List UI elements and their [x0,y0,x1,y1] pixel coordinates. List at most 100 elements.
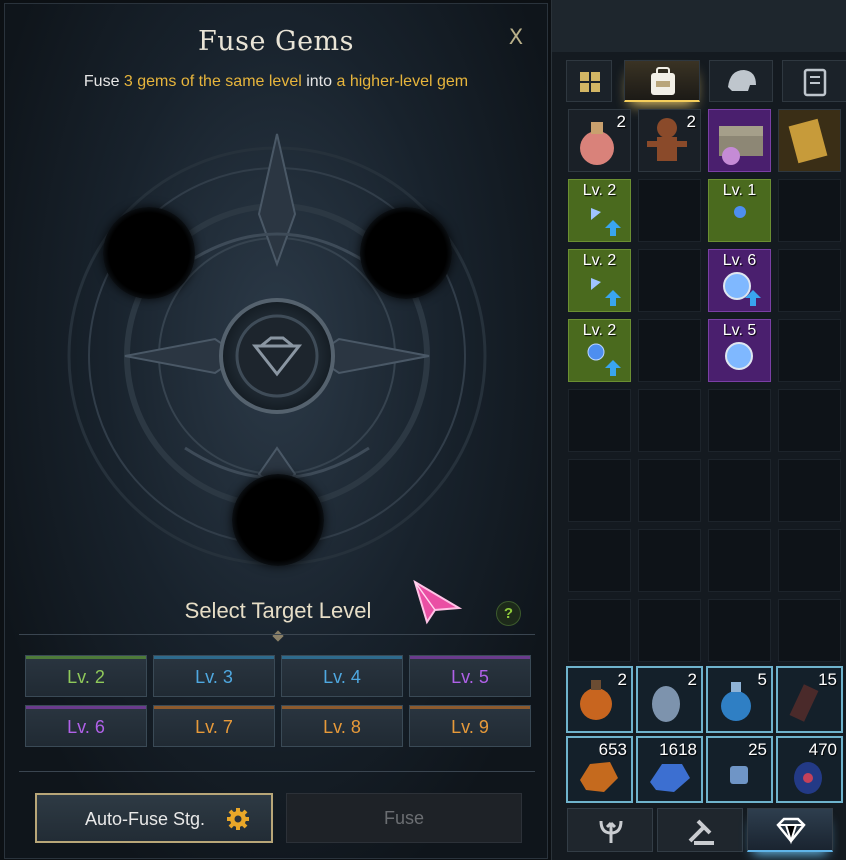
empty-slot[interactable] [638,319,701,382]
item-count: 2 [616,112,626,131]
empty-slot[interactable] [568,389,631,452]
empty-slot[interactable] [568,459,631,522]
gem-socket-bottom[interactable] [232,474,324,566]
close-button[interactable]: X [504,25,528,49]
gem-slot[interactable]: Lv. 2 [568,179,631,242]
item-count: 653 [598,740,627,759]
empty-slot[interactable] [778,249,841,312]
gem-slot[interactable]: Lv. 2 [568,319,631,382]
tab-bag[interactable] [624,60,700,102]
empty-slot[interactable] [638,389,701,452]
gem-icon [591,208,621,236]
level-button-8[interactable]: Lv. 8 [281,705,403,747]
cursor-icon [413,579,463,625]
gem-icon [734,206,746,218]
empty-slot[interactable] [778,599,841,662]
grid-icon [580,72,600,92]
level-button-3[interactable]: Lv. 3 [153,655,275,697]
inventory-panel: 2 2 Lv. 2 Lv. 1 Lv. 2 Lv. 6 Lv. 2 Lv. 5 … [551,0,846,860]
quick-slot[interactable]: 653 [566,736,633,803]
quick-slot[interactable]: 470 [776,736,843,803]
fuse-button[interactable]: Fuse [286,793,522,843]
gem-slot[interactable]: Lv. 5 [708,319,771,382]
empty-slot[interactable] [708,599,771,662]
auto-fuse-label: Auto-Fuse Stg. [85,809,206,829]
instruction-part: into [301,73,337,90]
quick-slot[interactable]: 25 [706,736,773,803]
inventory-header [552,0,846,52]
gem-icon [591,278,621,306]
empty-slot[interactable] [638,249,701,312]
empty-slot[interactable] [568,599,631,662]
level-button-2[interactable]: Lv. 2 [25,655,147,697]
empty-slot[interactable] [638,459,701,522]
gem-icon [725,342,753,370]
help-icon[interactable]: ? [496,601,521,626]
level-button-7[interactable]: Lv. 7 [153,705,275,747]
gear-icon [227,808,249,830]
inventory-slot[interactable]: 2 [638,109,701,172]
inventory-slot[interactable] [778,109,841,172]
empty-slot[interactable] [778,459,841,522]
scroll-card-icon [788,118,828,164]
hammer-icon [688,819,714,845]
tab-all[interactable] [566,60,612,102]
empty-slot[interactable] [708,389,771,452]
gem-icon [587,343,621,376]
panel-title: Fuse Gems [197,26,355,57]
gem-socket-right[interactable] [360,207,452,299]
divider [19,771,535,772]
tab-trident[interactable] [567,808,653,852]
quick-slot[interactable]: 1618 [636,736,703,803]
tab-gems[interactable] [747,808,833,852]
empty-slot[interactable] [708,459,771,522]
gem-icon [776,817,806,845]
tab-book[interactable] [782,60,846,102]
item-count: 2 [687,670,697,689]
empty-slot[interactable] [778,529,841,592]
inventory-slot[interactable] [708,109,771,172]
instruction-highlight: 3 gems of the same level [123,73,302,90]
item-count: 25 [748,740,767,759]
empty-slot[interactable] [568,529,631,592]
quick-slot[interactable]: 5 [706,666,773,733]
quick-slot[interactable]: 15 [776,666,843,733]
inventory-slot[interactable]: 2 [568,109,631,172]
empty-slot[interactable] [778,389,841,452]
treasure-chest-icon [719,126,763,165]
select-target-level-label: Select Target Level [5,598,551,624]
empty-slot[interactable] [638,529,701,592]
instruction-part: Fuse [83,73,124,90]
quick-slot[interactable]: 2 [566,666,633,733]
item-count: 15 [818,670,837,689]
fuse-gems-panel: Fuse Gems X Fuse 3 gems of the same leve… [4,3,548,859]
item-count: 5 [757,670,767,689]
item-count: 2 [686,112,696,131]
empty-slot[interactable] [708,529,771,592]
trident-icon [599,820,623,843]
level-button-9[interactable]: Lv. 9 [409,705,531,747]
instruction-text: Fuse 3 gems of the same level into a hig… [5,73,547,91]
tab-crafting[interactable] [657,808,743,852]
gem-slot[interactable]: Lv. 1 [708,179,771,242]
auto-fuse-settings-button[interactable]: Auto-Fuse Stg. [35,793,273,843]
tab-equipment[interactable] [709,60,773,102]
empty-slot[interactable] [778,179,841,242]
item-count: 2 [617,670,627,689]
gem-icon [723,272,761,306]
empty-slot[interactable] [778,319,841,382]
bag-icon [651,67,675,95]
divider [19,634,535,635]
gem-slot[interactable]: Lv. 2 [568,249,631,312]
item-count: 470 [808,740,837,759]
level-button-4[interactable]: Lv. 4 [281,655,403,697]
level-button-5[interactable]: Lv. 5 [409,655,531,697]
gem-socket-left[interactable] [103,207,195,299]
level-button-6[interactable]: Lv. 6 [25,705,147,747]
quick-slot[interactable]: 2 [636,666,703,733]
item-count: 1618 [659,740,697,759]
empty-slot[interactable] [638,179,701,242]
empty-slot[interactable] [638,599,701,662]
helmet-icon [728,70,756,91]
gem-slot[interactable]: Lv. 6 [708,249,771,312]
